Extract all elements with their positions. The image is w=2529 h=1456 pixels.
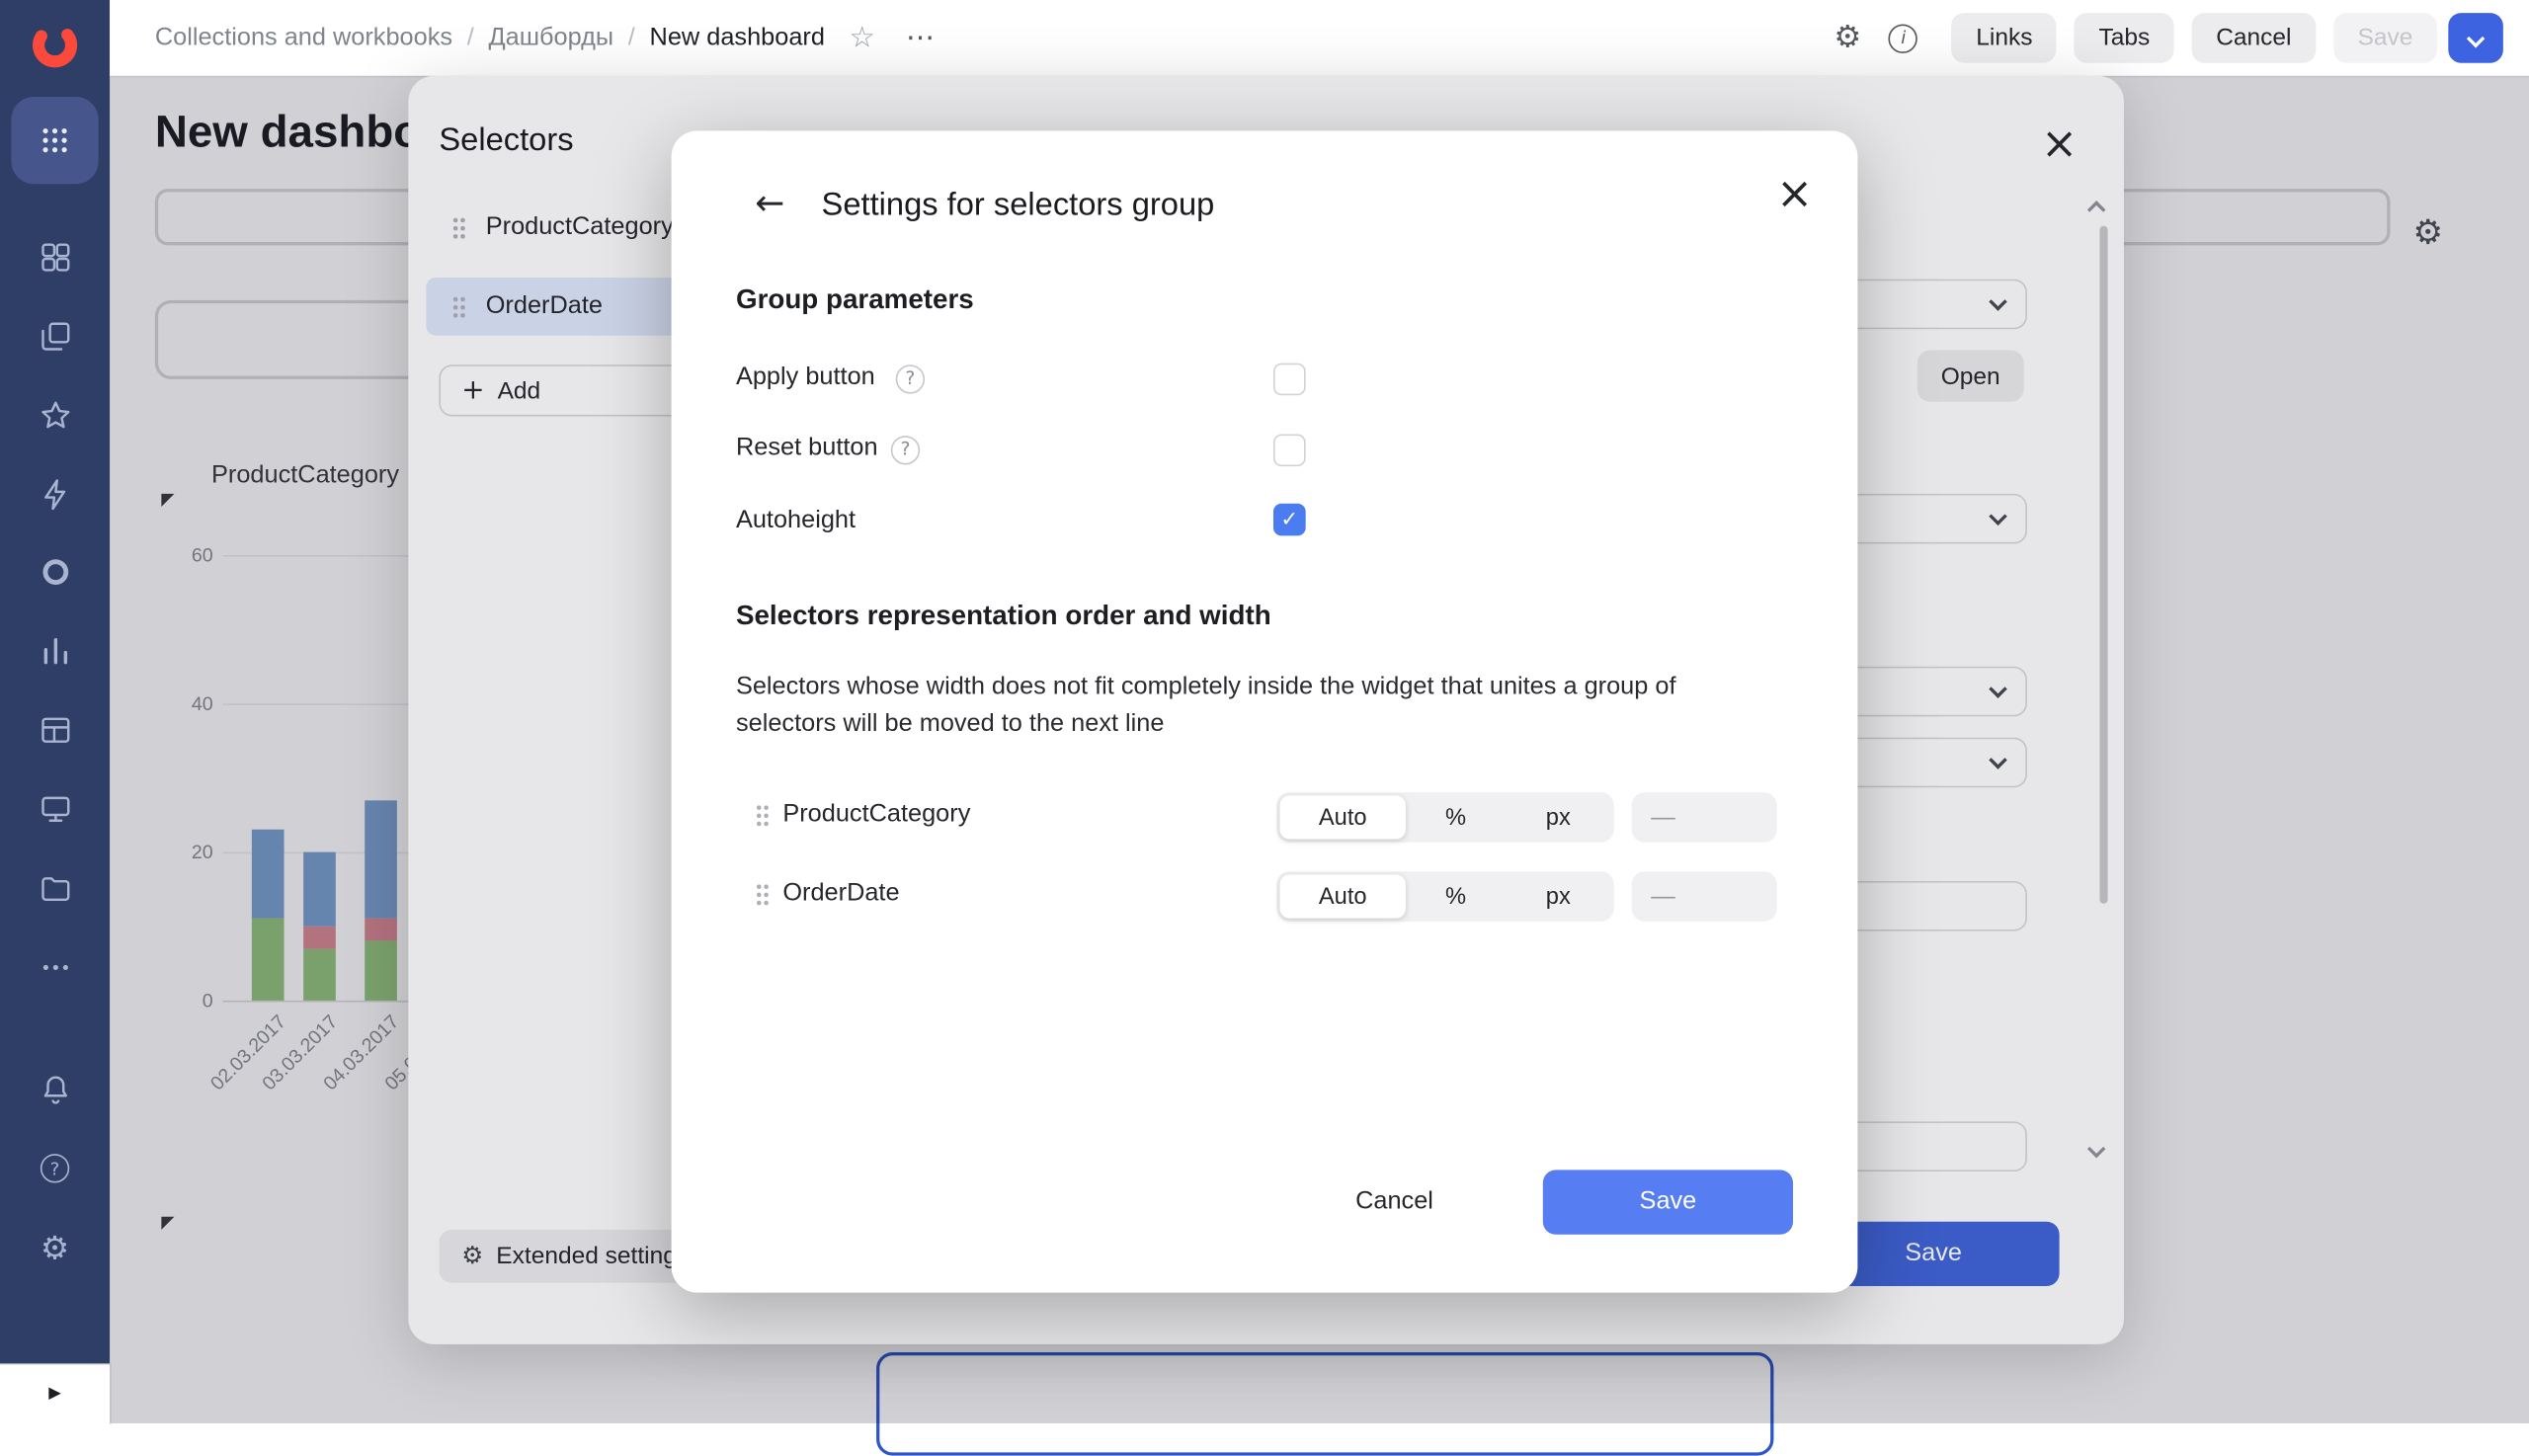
- order-section-description: Selectors whose width does not fit compl…: [736, 668, 1729, 742]
- favorite-star-icon[interactable]: ☆: [849, 24, 874, 52]
- sidebar-item-datasets[interactable]: [0, 702, 110, 758]
- bar-chart-icon: [38, 633, 71, 667]
- sidebar-item-connections[interactable]: [0, 466, 110, 522]
- width-mode-auto[interactable]: Auto: [1280, 874, 1406, 918]
- breadcrumb-separator: /: [628, 24, 635, 52]
- sidebar-item-dashboards[interactable]: [0, 229, 110, 284]
- sidebar-item-wizard[interactable]: [0, 544, 110, 600]
- width-value-input[interactable]: —: [1632, 792, 1777, 843]
- gear-icon: ⚙: [41, 1232, 69, 1264]
- star-icon: [38, 398, 71, 432]
- autoheight-checkbox[interactable]: ✓: [1273, 504, 1306, 536]
- four-squares-icon: [38, 240, 71, 274]
- links-button[interactable]: Links: [1952, 13, 2057, 63]
- table-icon: [38, 712, 71, 746]
- group-parameters-heading: Group parameters: [736, 284, 974, 317]
- header-cancel-button[interactable]: Cancel: [2192, 13, 2316, 63]
- help-icon: ?: [41, 1154, 69, 1182]
- sidebar-item-charts[interactable]: [0, 623, 110, 679]
- apply-button-checkbox[interactable]: [1273, 364, 1306, 396]
- width-mode-segmented: Auto % px: [1276, 792, 1613, 843]
- monitor-icon: [38, 791, 71, 825]
- reset-button-checkbox[interactable]: [1273, 434, 1306, 466]
- chevron-down-icon: [2467, 29, 2485, 46]
- sidebar-expand-button[interactable]: ▶: [0, 1363, 112, 1423]
- autoheight-label: Autoheight: [736, 507, 856, 535]
- sidebar-item-presentations[interactable]: [0, 781, 110, 837]
- apply-button-label: Apply button: [736, 364, 875, 392]
- header-info-icon[interactable]: i: [1889, 24, 1917, 52]
- breadcrumb-current: New dashboard: [650, 24, 825, 52]
- save-dropdown-button[interactable]: [2448, 13, 2503, 63]
- back-button[interactable]: ←: [741, 176, 799, 234]
- sidebar-item-files[interactable]: [0, 860, 110, 916]
- reset-help-icon[interactable]: ?: [891, 436, 920, 464]
- settings-save-button[interactable]: Save: [1543, 1170, 1793, 1234]
- width-mode-px[interactable]: px: [1506, 795, 1610, 839]
- width-mode-percent[interactable]: %: [1406, 795, 1506, 839]
- breadcrumb-separator: /: [467, 24, 474, 52]
- sidebar-item-favorites[interactable]: [0, 387, 110, 443]
- breadcrumb: Collections and workbooks / Дашборды / N…: [155, 0, 937, 76]
- width-row-label: ProductCategory: [782, 800, 970, 829]
- drag-handle-icon[interactable]: [756, 804, 771, 827]
- header-actions: ⚙ i Links Tabs Cancel Save: [1834, 13, 2502, 63]
- width-mode-segmented: Auto % px: [1276, 871, 1613, 922]
- top-bar: Collections and workbooks / Дашборды / N…: [110, 0, 2529, 77]
- settings-close-button[interactable]: ×: [1765, 165, 1824, 223]
- settings-cancel-button[interactable]: Cancel: [1322, 1170, 1467, 1234]
- sidebar: ? ⚙: [0, 0, 110, 1363]
- folder-icon: [38, 870, 71, 904]
- datalens-logo[interactable]: [0, 18, 110, 73]
- bell-icon: [38, 1073, 71, 1106]
- layers-icon: [38, 319, 71, 353]
- sidebar-item-notifications[interactable]: [0, 1062, 110, 1117]
- group-settings-dialog: ← Settings for selectors group × Group p…: [672, 130, 1858, 1292]
- sidebar-item-settings[interactable]: ⚙: [0, 1220, 110, 1275]
- sidebar-item-more[interactable]: [0, 939, 110, 995]
- header-save-button[interactable]: Save: [2333, 13, 2437, 63]
- lightning-icon: [38, 477, 71, 511]
- width-value-input[interactable]: —: [1632, 871, 1777, 922]
- tabs-button[interactable]: Tabs: [2075, 13, 2174, 63]
- header-gear-icon[interactable]: ⚙: [1834, 23, 1861, 53]
- order-section-heading: Selectors representation order and width: [736, 601, 1271, 633]
- back-arrow-icon: ←: [755, 188, 784, 223]
- sidebar-item-help[interactable]: ?: [0, 1141, 110, 1196]
- width-mode-auto[interactable]: Auto: [1280, 795, 1406, 839]
- breadcrumb-more-icon[interactable]: ⋯: [906, 24, 937, 52]
- sidebar-item-apps[interactable]: [0, 113, 110, 168]
- expand-arrow-icon: ▶: [48, 1387, 61, 1403]
- datalens-logo-icon: [28, 18, 83, 73]
- width-row-label: OrderDate: [782, 879, 899, 908]
- sidebar-item-collections[interactable]: [0, 308, 110, 364]
- close-icon: ×: [1776, 172, 1813, 215]
- check-icon: ✓: [1280, 509, 1298, 529]
- width-mode-percent[interactable]: %: [1406, 874, 1506, 918]
- drag-handle-icon[interactable]: [756, 883, 771, 906]
- width-mode-px[interactable]: px: [1506, 874, 1610, 918]
- app-window: New dashboard ⚙ ProductCategory 60 40 20…: [0, 0, 2529, 1422]
- more-dots-icon: [38, 949, 71, 983]
- apps-grid-icon: [39, 124, 71, 157]
- breadcrumb-collections[interactable]: Collections and workbooks: [155, 24, 452, 52]
- breadcrumb-workbook[interactable]: Дашборды: [488, 24, 613, 52]
- settings-dialog-title: Settings for selectors group: [822, 188, 1215, 225]
- donut-icon: [38, 554, 71, 588]
- apply-help-icon[interactable]: ?: [896, 364, 925, 393]
- reset-button-label: Reset button: [736, 434, 878, 462]
